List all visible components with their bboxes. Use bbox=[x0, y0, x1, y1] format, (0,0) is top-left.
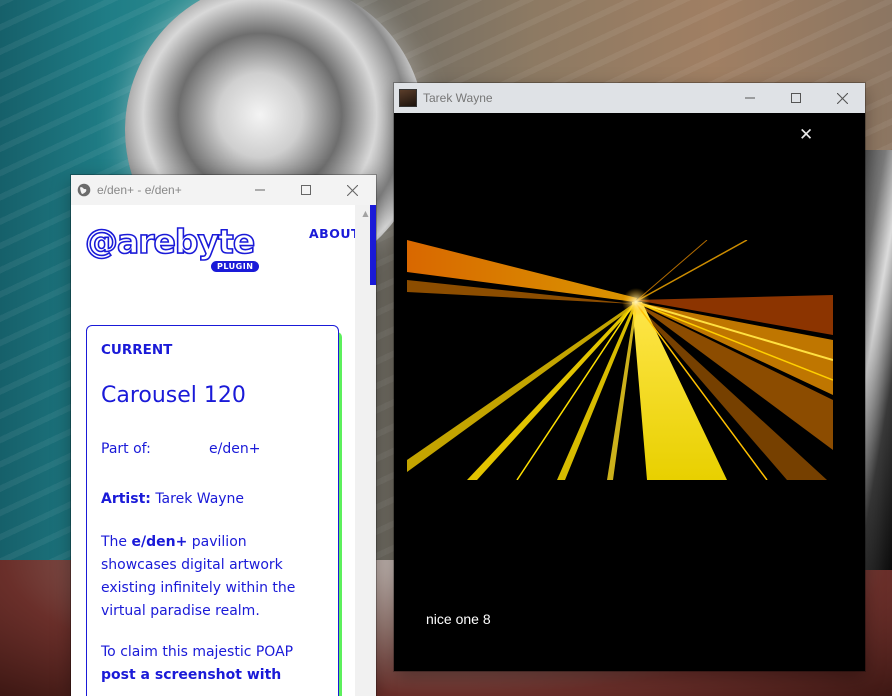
card-label: CURRENT bbox=[101, 342, 173, 358]
maximize-icon bbox=[791, 93, 801, 103]
video-caption: nice one 8 bbox=[426, 611, 491, 627]
light-streaks-artwork bbox=[407, 240, 833, 480]
arebyte-logo[interactable]: @arebyte PLUGIN bbox=[84, 222, 260, 272]
pavilion-name: e/den+ bbox=[131, 534, 188, 550]
minimize-icon bbox=[745, 97, 755, 99]
globe-icon bbox=[77, 183, 91, 197]
current-artwork-card: CURRENT Carousel 120 Part of: e/den+ Art… bbox=[86, 325, 339, 696]
poap-claim-text: To claim this majestic POAP post a screen… bbox=[101, 644, 294, 683]
artwork-video-frame[interactable] bbox=[407, 240, 833, 480]
maximize-icon bbox=[301, 185, 311, 195]
plugin-badge: PLUGIN bbox=[211, 261, 260, 272]
browser-title: e/den+ - e/den+ bbox=[97, 183, 182, 197]
video-window-title: Tarek Wayne bbox=[423, 91, 493, 105]
video-content: ✕ nice one 8 bbox=[394, 113, 865, 671]
artwork-description: The e/den+ pavilion showcases digital ar… bbox=[101, 534, 296, 619]
close-icon bbox=[836, 92, 848, 104]
artist-line: Artist: Tarek Wayne bbox=[101, 491, 244, 507]
part-of-link[interactable]: e/den+ bbox=[209, 441, 260, 457]
maximize-button[interactable] bbox=[283, 175, 329, 205]
video-minimize-button[interactable] bbox=[727, 83, 773, 113]
minimize-button[interactable] bbox=[237, 175, 283, 205]
artwork-title: Carousel 120 bbox=[101, 383, 246, 408]
close-button[interactable] bbox=[329, 175, 375, 205]
overlay-close-icon[interactable]: ✕ bbox=[799, 125, 813, 145]
video-titlebar[interactable]: Tarek Wayne bbox=[394, 83, 865, 113]
video-close-button[interactable] bbox=[819, 83, 865, 113]
browser-page: @arebyte PLUGIN ABOUT CURRENT Carousel 1… bbox=[71, 205, 376, 696]
minimize-icon bbox=[255, 189, 265, 191]
browser-titlebar[interactable]: e/den+ - e/den+ bbox=[71, 175, 376, 205]
eden-browser-window: e/den+ - e/den+ @arebyte PLUGIN ABOUT CU… bbox=[71, 175, 376, 696]
about-link[interactable]: ABOUT bbox=[309, 226, 360, 241]
part-of-label: Part of: bbox=[101, 441, 151, 457]
artist-name: Tarek Wayne bbox=[155, 491, 245, 507]
artist-label: Artist: bbox=[101, 491, 151, 507]
avatar-icon bbox=[399, 89, 417, 107]
tarek-wayne-window: Tarek Wayne ✕ nice one 8 bbox=[394, 83, 865, 671]
poap-claim-instruction: post a screenshot with bbox=[101, 667, 282, 683]
close-icon bbox=[346, 184, 358, 196]
video-maximize-button[interactable] bbox=[773, 83, 819, 113]
logo-wordmark: @arebyte bbox=[84, 222, 256, 262]
scroll-thumb[interactable] bbox=[370, 205, 376, 285]
